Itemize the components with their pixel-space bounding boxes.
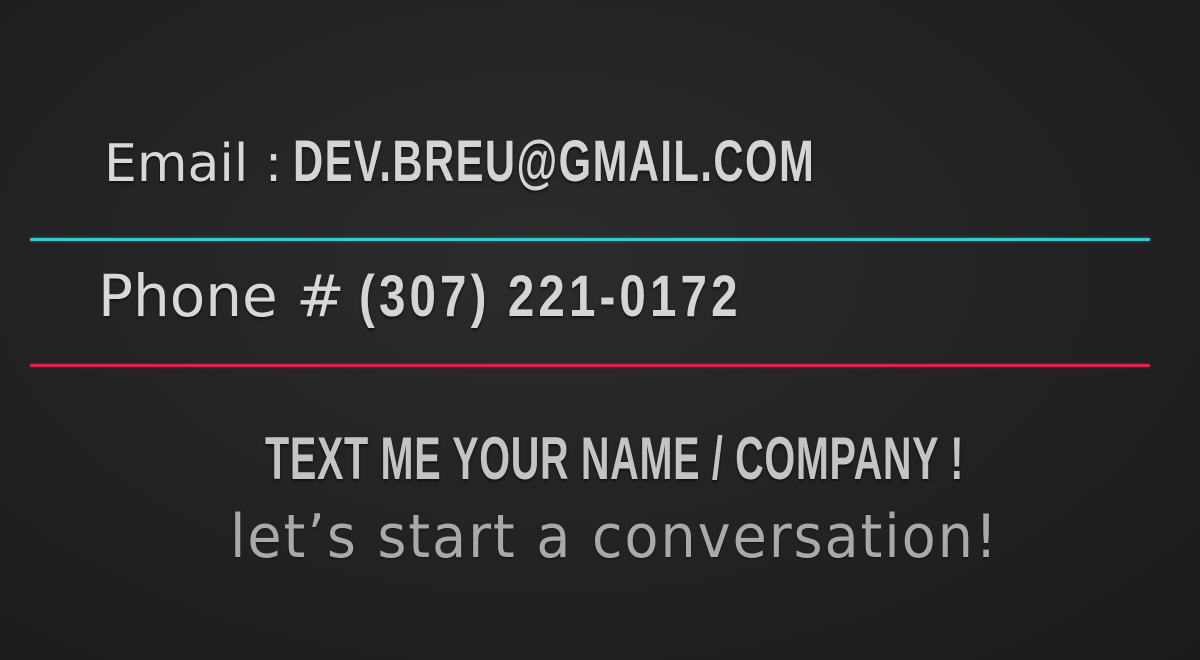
tagline: let’s start a conversation! (0, 502, 1200, 572)
email-value[interactable]: DEV.BREU@GMAIL.COM (293, 128, 815, 195)
phone-label: Phone # (98, 262, 345, 330)
cta-headline: TEXT ME YOUR NAME / COMPANY ! (265, 425, 965, 492)
tagline-text: let’s start a conversation! (229, 502, 999, 572)
email-label: Email : (104, 134, 283, 194)
phone-divider (30, 364, 1150, 367)
email-row: Email : DEV.BREU@GMAIL.COM (104, 128, 1200, 195)
phone-row: Phone # (307) 221-0172 (98, 262, 1200, 330)
call-to-action: TEXT ME YOUR NAME / COMPANY ! (0, 424, 1200, 493)
email-divider (30, 238, 1150, 241)
phone-value[interactable]: (307) 221-0172 (359, 263, 742, 330)
